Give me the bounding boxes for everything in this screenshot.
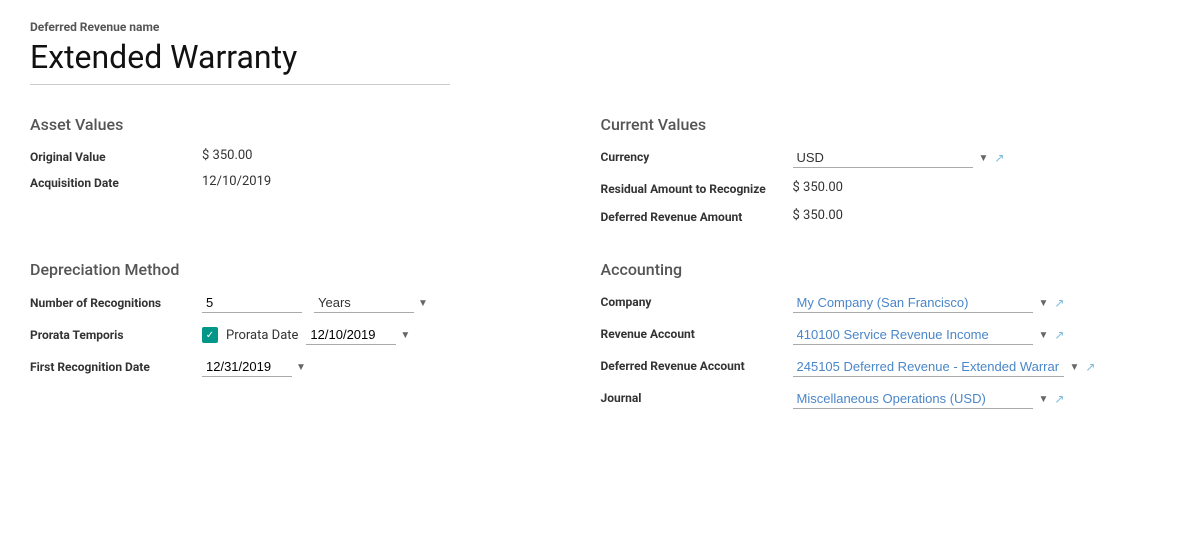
currency-row: Currency USD ▼ ↗ — [601, 148, 1172, 168]
deferred-revenue-account-select-container: 245105 Deferred Revenue - Extended Warra… — [793, 357, 1096, 377]
prorata-date-dropdown-icon: ▼ — [400, 330, 410, 341]
original-value-value: $ 350.00 — [202, 148, 253, 163]
asset-values-section: Asset Values Original Value $ 350.00 Acq… — [30, 115, 601, 236]
page-label: Deferred Revenue name — [30, 20, 1171, 34]
residual-amount-value: $ 350.00 — [793, 180, 844, 195]
company-select-container: My Company (San Francisco) ▼ ↗ — [793, 293, 1065, 313]
deferred-revenue-account-external-link[interactable]: ↗ — [1085, 360, 1095, 374]
current-values-title: Current Values — [601, 115, 1172, 134]
company-select[interactable]: My Company (San Francisco) — [793, 293, 1033, 313]
residual-amount-label: Residual Amount to Recognize — [601, 180, 781, 196]
deferred-revenue-amount-label: Deferred Revenue Amount — [601, 208, 781, 224]
currency-external-link[interactable]: ↗ — [994, 151, 1004, 165]
accounting-section: Accounting Company My Company (San Franc… — [601, 260, 1172, 421]
revenue-account-select-container: 410100 Service Revenue Income ▼ ↗ — [793, 325, 1065, 345]
acquisition-date-label: Acquisition Date — [30, 174, 190, 190]
company-dropdown-icon: ▼ — [1039, 298, 1049, 309]
asset-values-title: Asset Values — [30, 115, 601, 134]
original-value-label: Original Value — [30, 148, 190, 164]
journal-dropdown-icon: ▼ — [1039, 394, 1049, 405]
checkmark-icon: ✓ — [206, 330, 214, 341]
prorata-date-label: Prorata Date — [226, 328, 298, 343]
recognitions-input[interactable] — [202, 293, 302, 313]
current-values-section: Current Values Currency USD ▼ ↗ Residual… — [601, 115, 1172, 236]
journal-row: Journal Miscellaneous Operations (USD) ▼… — [601, 389, 1172, 409]
journal-external-link[interactable]: ↗ — [1054, 392, 1064, 406]
deferred-revenue-account-row: Deferred Revenue Account 245105 Deferred… — [601, 357, 1172, 377]
company-external-link[interactable]: ↗ — [1054, 296, 1064, 310]
depreciation-method-section: Depreciation Method Number of Recognitio… — [30, 260, 601, 421]
currency-select-container: USD ▼ ↗ — [793, 148, 1013, 168]
currency-select[interactable]: USD — [793, 148, 973, 168]
deferred-revenue-amount-value: $ 350.00 — [793, 208, 844, 223]
revenue-account-row: Revenue Account 410100 Service Revenue I… — [601, 325, 1172, 345]
first-recognition-dropdown-icon: ▼ — [296, 362, 306, 373]
prorata-date-input[interactable] — [306, 325, 396, 345]
deferred-revenue-account-dropdown-icon: ▼ — [1070, 362, 1080, 373]
company-row: Company My Company (San Francisco) ▼ ↗ — [601, 293, 1172, 313]
deferred-revenue-account-label: Deferred Revenue Account — [601, 357, 781, 373]
journal-select[interactable]: Miscellaneous Operations (USD) — [793, 389, 1033, 409]
deferred-revenue-amount-row: Deferred Revenue Amount $ 350.00 — [601, 208, 1172, 224]
currency-label: Currency — [601, 148, 781, 164]
prorata-date-container: ▼ — [306, 325, 410, 345]
recognitions-unit-select[interactable]: Years Months — [314, 293, 414, 313]
prorata-label: Prorata Temporis — [30, 328, 190, 342]
original-value-row: Original Value $ 350.00 — [30, 148, 601, 164]
prorata-content: ✓ Prorata Date ▼ — [202, 325, 410, 345]
company-label: Company — [601, 293, 781, 309]
prorata-row: Prorata Temporis ✓ Prorata Date ▼ — [30, 325, 601, 345]
acquisition-date-row: Acquisition Date 12/10/2019 — [30, 174, 601, 190]
recognitions-unit-dropdown-icon: ▼ — [418, 298, 428, 309]
recognitions-row: Number of Recognitions Years Months ▼ — [30, 293, 601, 313]
first-recognition-label: First Recognition Date — [30, 360, 190, 374]
acquisition-date-value: 12/10/2019 — [202, 174, 271, 189]
depreciation-method-title: Depreciation Method — [30, 260, 601, 279]
journal-select-container: Miscellaneous Operations (USD) ▼ ↗ — [793, 389, 1065, 409]
journal-label: Journal — [601, 389, 781, 405]
title-divider — [30, 84, 450, 85]
revenue-account-dropdown-icon: ▼ — [1039, 330, 1049, 341]
first-recognition-row: First Recognition Date ▼ — [30, 357, 601, 377]
recognitions-unit-container: Years Months ▼ — [314, 293, 428, 313]
recognitions-label: Number of Recognitions — [30, 296, 190, 310]
first-recognition-date-container: ▼ — [202, 357, 306, 377]
deferred-revenue-account-select[interactable]: 245105 Deferred Revenue - Extended Warra… — [793, 357, 1064, 377]
first-recognition-date-input[interactable] — [202, 357, 292, 377]
revenue-account-select[interactable]: 410100 Service Revenue Income — [793, 325, 1033, 345]
accounting-title: Accounting — [601, 260, 1172, 279]
revenue-account-external-link[interactable]: ↗ — [1054, 328, 1064, 342]
currency-dropdown-icon: ▼ — [979, 153, 989, 164]
page-title: Extended Warranty — [30, 38, 1171, 76]
residual-amount-row: Residual Amount to Recognize $ 350.00 — [601, 180, 1172, 196]
revenue-account-label: Revenue Account — [601, 325, 781, 341]
prorata-checkbox[interactable]: ✓ — [202, 327, 218, 343]
